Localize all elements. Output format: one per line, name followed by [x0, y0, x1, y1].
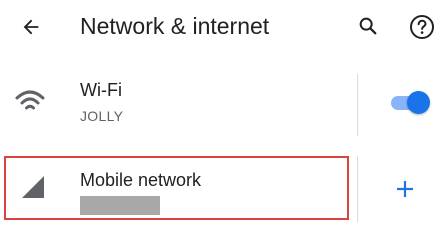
wifi-icon: [15, 90, 45, 110]
back-button[interactable]: [14, 10, 48, 44]
wifi-label: Wi-Fi: [80, 80, 122, 100]
divider: [357, 156, 358, 222]
search-button[interactable]: [352, 10, 384, 42]
search-icon: [359, 17, 377, 35]
wifi-network-name: JOLLY: [80, 108, 124, 124]
add-network-button[interactable]: [390, 174, 420, 204]
help-button[interactable]: [405, 10, 439, 44]
toggle-knob: [407, 91, 430, 114]
page-title: Network & internet: [80, 13, 270, 39]
plus-icon: [397, 181, 413, 197]
redacted-subtitle: [80, 196, 160, 215]
cellular-signal-icon: [22, 176, 44, 198]
arrow-back-icon: [23, 19, 39, 35]
app-bar: Network & internet: [0, 0, 448, 54]
help-circle-icon: [410, 15, 434, 39]
mobile-network-row[interactable]: Mobile network: [0, 152, 448, 232]
mobile-network-label: Mobile network: [80, 170, 202, 190]
divider: [357, 74, 358, 136]
wifi-row[interactable]: Wi-Fi JOLLY: [0, 66, 448, 146]
wifi-toggle[interactable]: [385, 90, 431, 114]
